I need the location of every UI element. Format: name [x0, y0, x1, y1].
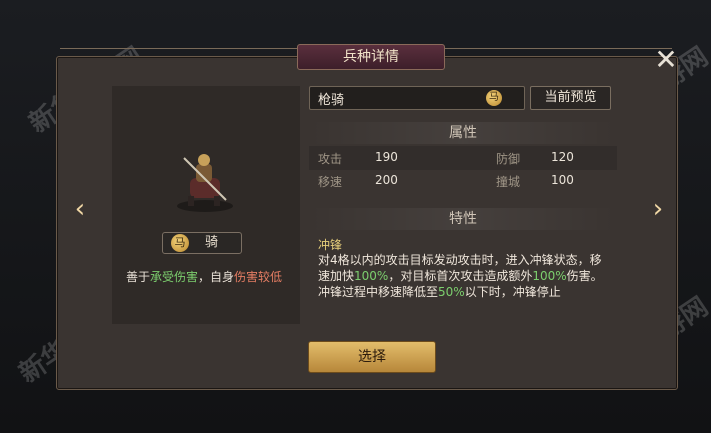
current-preview-button[interactable]: 当前预览	[530, 86, 611, 110]
trait-text-4: 以下时，冲锋停止	[464, 285, 561, 299]
trait-value-2: 100%	[532, 269, 567, 283]
attr-value-siege: 100	[551, 173, 574, 187]
unit-name-field: 枪骑 马	[309, 86, 525, 110]
select-button[interactable]: 选择	[308, 341, 436, 373]
trait-text-2: ，对目标首次攻击造成额外	[388, 269, 533, 283]
cavalry-unit-image	[177, 154, 233, 212]
prev-arrow-icon[interactable]: ‹	[70, 192, 90, 226]
unit-description: 善于承受伤害，自身伤害较低	[126, 268, 296, 285]
horse-badge-icon: 马	[171, 234, 189, 252]
unit-type-label: 骑	[205, 235, 219, 250]
horse-badge-icon: 马	[486, 90, 502, 106]
desc-prefix: 善于	[126, 270, 151, 284]
desc-mid: ，自身	[198, 270, 235, 284]
attr-value-speed: 200	[375, 173, 398, 187]
desc-bad: 伤害较低	[234, 270, 283, 284]
attr-label-speed: 移速	[318, 175, 343, 189]
close-icon[interactable]: ✕	[652, 46, 680, 74]
attr-value-defense: 120	[551, 150, 574, 164]
trait-value-3: 50%	[438, 285, 465, 299]
panel-title: 兵种详情	[297, 44, 445, 70]
unit-name: 枪骑	[318, 93, 345, 108]
next-arrow-icon[interactable]: ›	[648, 192, 668, 226]
unit-type-tag: 马 骑	[162, 232, 242, 254]
trait-description: 对4格以内的攻击目标发动攻击时，进入冲锋状态，移速加快100%，对目标首次攻击造…	[318, 252, 610, 300]
desc-good: 承受伤害	[150, 270, 199, 284]
attributes-header: 属性	[309, 122, 617, 144]
attr-value-attack: 190	[375, 150, 398, 164]
trait-value-1: 100%	[354, 269, 389, 283]
attr-label-defense: 防御	[496, 152, 521, 166]
attr-label-siege: 撞城	[496, 175, 521, 189]
trait-name: 冲锋	[318, 238, 343, 252]
traits-header: 特性	[309, 208, 617, 230]
attr-label-attack: 攻击	[318, 152, 343, 166]
